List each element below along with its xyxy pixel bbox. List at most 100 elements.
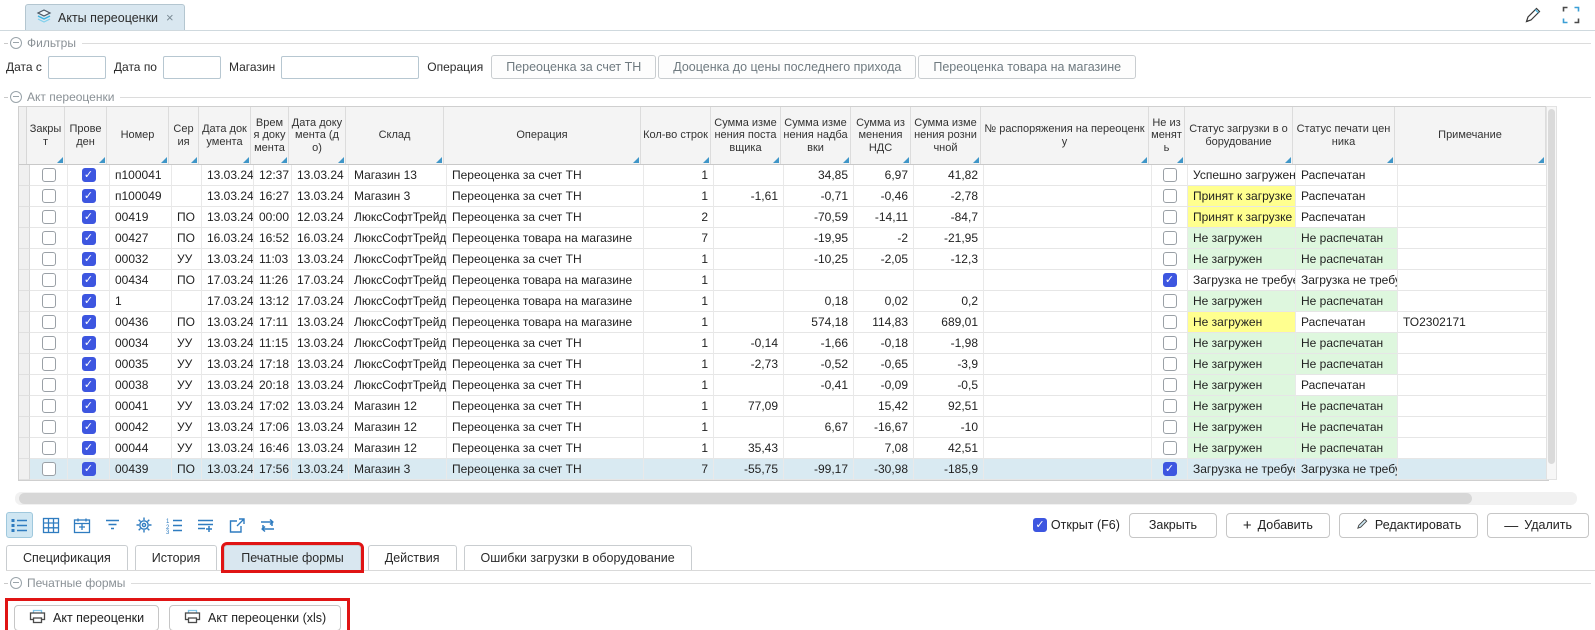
no_change-checkbox[interactable] <box>1163 168 1177 182</box>
date-from-input[interactable] <box>48 56 106 79</box>
tab-история[interactable]: История <box>135 545 217 570</box>
column-filter-triangle-icon[interactable] <box>161 157 167 163</box>
no_change-checkbox[interactable] <box>1163 462 1177 476</box>
column-filter-triangle-icon[interactable] <box>338 157 344 163</box>
edit-pencil-icon[interactable] <box>1523 5 1543 25</box>
table-row[interactable]: 117.03.2413:1217.03.24ЛюксСофтТрейд2Пере… <box>19 291 1549 312</box>
no_change-checkbox[interactable] <box>1163 441 1177 455</box>
add-button[interactable]: +Добавить <box>1226 513 1330 538</box>
column-header-print_status[interactable]: Статус печати ценника <box>1293 107 1395 164</box>
edit-button[interactable]: Редактировать <box>1339 513 1478 538</box>
delete-button[interactable]: —Удалить <box>1487 513 1589 538</box>
column-header-closed[interactable]: Закрыт <box>27 107 65 164</box>
tab-ошибки-загрузки-в-оборудование[interactable]: Ошибки загрузки в оборудование <box>464 545 692 570</box>
column-filter-triangle-icon[interactable] <box>57 157 63 163</box>
posted-checkbox[interactable] <box>82 168 96 182</box>
posted-checkbox[interactable] <box>82 189 96 203</box>
open-f6-checkbox[interactable]: Открыт (F6) <box>1033 518 1120 532</box>
filter-icon[interactable] <box>99 512 126 538</box>
column-filter-triangle-icon[interactable] <box>99 157 105 163</box>
posted-checkbox[interactable] <box>82 462 96 476</box>
posted-checkbox[interactable] <box>82 252 96 266</box>
list-view-icon[interactable] <box>6 512 33 538</box>
column-filter-triangle-icon[interactable] <box>191 157 197 163</box>
closed-checkbox[interactable] <box>42 231 56 245</box>
no_change-checkbox[interactable] <box>1163 378 1177 392</box>
closed-checkbox[interactable] <box>42 168 56 182</box>
table-row[interactable]: 00436ПО13.03.2417:1113.03.24ЛюксСофтТрей… <box>19 312 1549 333</box>
posted-checkbox[interactable] <box>82 441 96 455</box>
column-filter-triangle-icon[interactable] <box>1387 157 1393 163</box>
posted-checkbox[interactable] <box>82 378 96 392</box>
calendar-icon[interactable] <box>68 512 95 538</box>
vertical-scrollbar-thumb[interactable] <box>1548 109 1555 464</box>
tab-akty-pereocenki[interactable]: Акты переоценки × <box>25 4 185 30</box>
column-filter-triangle-icon[interactable] <box>1285 157 1291 163</box>
column-header-lines[interactable]: Кол-во строк <box>641 107 711 164</box>
column-filter-triangle-icon[interactable] <box>703 157 709 163</box>
collapse-icon[interactable] <box>10 37 22 49</box>
column-filter-triangle-icon[interactable] <box>1538 157 1544 163</box>
column-header-warehouse[interactable]: Склад <box>346 107 444 164</box>
closed-checkbox[interactable] <box>42 273 56 287</box>
table-row[interactable]: 00439ПО13.03.2417:5613.03.24Магазин 3Пер… <box>19 459 1549 480</box>
posted-checkbox[interactable] <box>82 273 96 287</box>
posted-checkbox[interactable] <box>82 231 96 245</box>
closed-checkbox[interactable] <box>42 210 56 224</box>
gear-icon[interactable] <box>130 512 157 538</box>
posted-checkbox[interactable] <box>82 399 96 413</box>
collapse-icon[interactable] <box>10 91 22 103</box>
column-header-doc_date_to[interactable]: Дата документа (до) <box>289 107 346 164</box>
column-header-sum_retail[interactable]: Сумма изменения розничной <box>911 107 981 164</box>
table-row[interactable]: 00041УУ13.03.2417:0213.03.24Магазин 12Пе… <box>19 396 1549 417</box>
table-row[interactable]: п10004913.03.2416:2713.03.24Магазин 3Пер… <box>19 186 1549 207</box>
horizontal-scrollbar-thumb[interactable] <box>19 493 1472 504</box>
refresh-icon[interactable] <box>254 512 281 538</box>
operation-filter-button-1[interactable]: Переоценка за счет ТН <box>491 55 656 79</box>
posted-checkbox[interactable] <box>82 210 96 224</box>
no_change-checkbox[interactable] <box>1163 294 1177 308</box>
no_change-checkbox[interactable] <box>1163 252 1177 266</box>
posted-checkbox[interactable] <box>82 357 96 371</box>
closed-checkbox[interactable] <box>42 399 56 413</box>
tab-действия[interactable]: Действия <box>368 545 457 570</box>
add-list-icon[interactable] <box>192 512 219 538</box>
no_change-checkbox[interactable] <box>1163 399 1177 413</box>
print-form-button-2[interactable]: Акт переоценки (xls) <box>169 605 341 630</box>
column-header-number[interactable]: Номер <box>107 107 169 164</box>
posted-checkbox[interactable] <box>82 420 96 434</box>
column-header-doc_time[interactable]: Время документа <box>251 107 289 164</box>
horizontal-scrollbar[interactable] <box>15 492 1577 505</box>
column-header-note[interactable]: Примечание <box>1395 107 1546 164</box>
no_change-checkbox[interactable] <box>1163 273 1177 287</box>
table-row[interactable]: 00042УУ13.03.2417:0613.03.24Магазин 12Пе… <box>19 417 1549 438</box>
column-filter-triangle-icon[interactable] <box>243 157 249 163</box>
no_change-checkbox[interactable] <box>1163 231 1177 245</box>
table-row[interactable]: 00038УУ13.03.2420:1813.03.24ЛюксСофтТрей… <box>19 375 1549 396</box>
posted-checkbox[interactable] <box>82 315 96 329</box>
table-row[interactable]: 00034УУ13.03.2411:1513.03.24ЛюксСофтТрей… <box>19 333 1549 354</box>
closed-checkbox[interactable] <box>42 462 56 476</box>
column-filter-triangle-icon[interactable] <box>843 157 849 163</box>
column-header-no_change[interactable]: Не изменять <box>1149 107 1185 164</box>
no_change-checkbox[interactable] <box>1163 210 1177 224</box>
column-header-sum_supplier[interactable]: Сумма изменения поставщика <box>711 107 781 164</box>
collapse-icon[interactable] <box>10 577 22 589</box>
column-header-doc_date[interactable]: Дата документа <box>199 107 251 164</box>
column-header-operation[interactable]: Операция <box>444 107 641 164</box>
column-header-sum_vat[interactable]: Сумма изменения НДС <box>851 107 911 164</box>
table-row[interactable]: 00032УУ13.03.2411:0313.03.24ЛюксСофтТрей… <box>19 249 1549 270</box>
table-row[interactable]: 00427ПО16.03.2416:5216.03.24ЛюксСофтТрей… <box>19 228 1549 249</box>
column-filter-triangle-icon[interactable] <box>1141 157 1147 163</box>
closed-checkbox[interactable] <box>42 189 56 203</box>
date-to-input[interactable] <box>163 56 221 79</box>
store-input[interactable] <box>281 56 419 79</box>
closed-checkbox[interactable] <box>42 378 56 392</box>
column-header-posted[interactable]: Проведен <box>65 107 107 164</box>
table-row[interactable]: 00044УУ13.03.2416:4613.03.24Магазин 12Пе… <box>19 438 1549 459</box>
posted-checkbox[interactable] <box>82 336 96 350</box>
column-header-load_status[interactable]: Статус загрузки в оборудование <box>1185 107 1293 164</box>
operation-filter-button-3[interactable]: Переоценка товара на магазине <box>918 55 1136 79</box>
no_change-checkbox[interactable] <box>1163 189 1177 203</box>
closed-checkbox[interactable] <box>42 294 56 308</box>
